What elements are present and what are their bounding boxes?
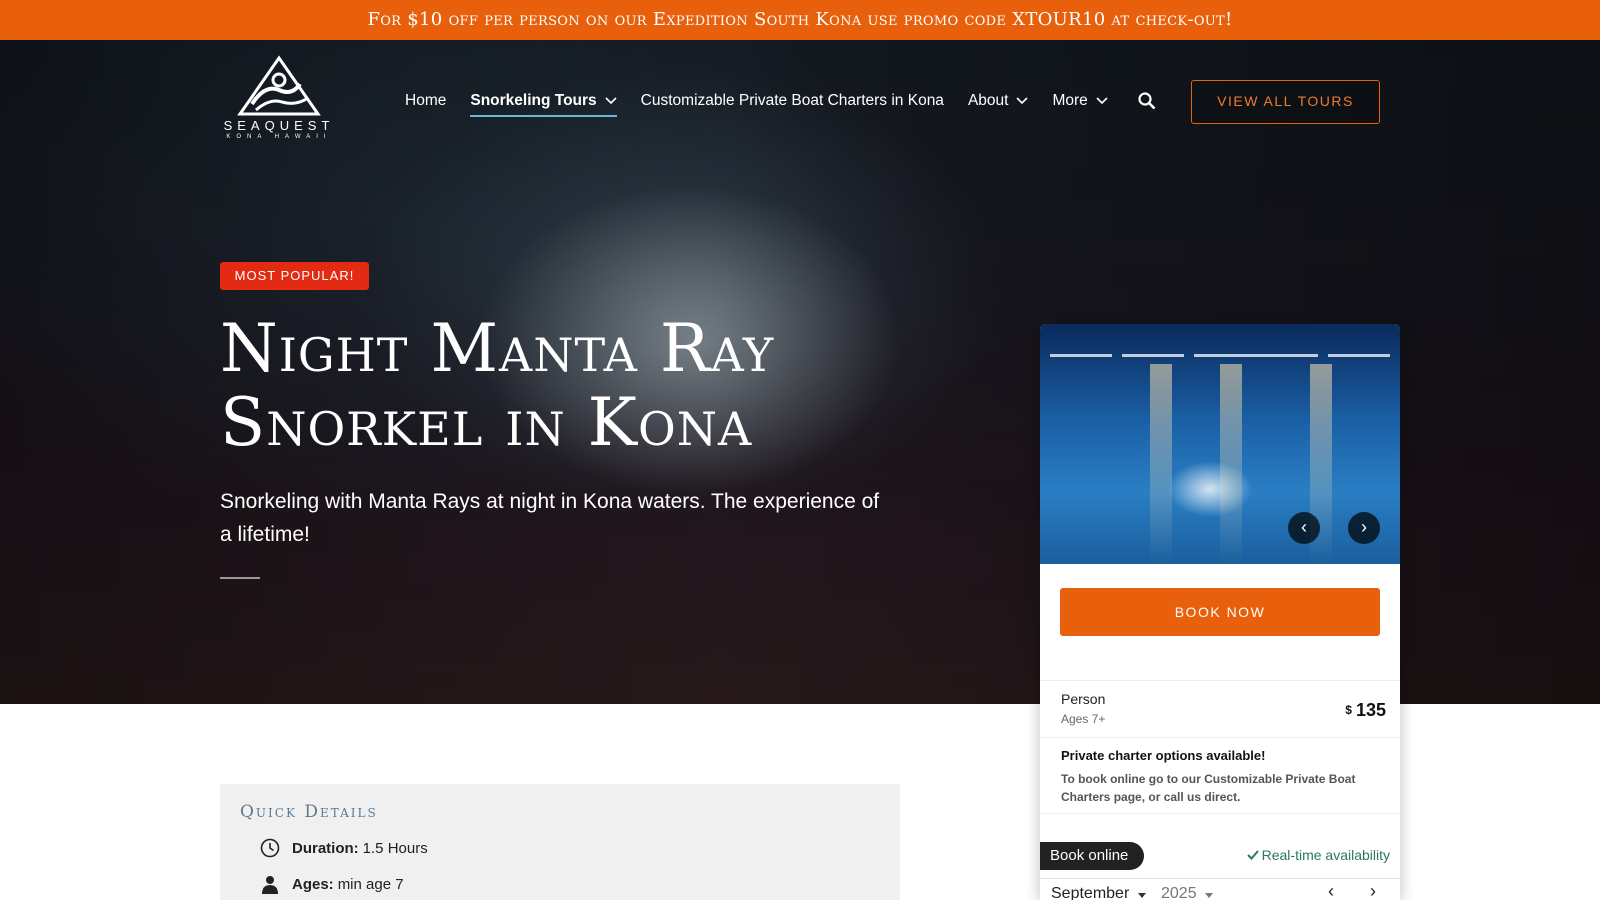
clock-icon (260, 838, 280, 858)
charter-text: To book online go to our Customizable Pr… (1061, 772, 1356, 804)
caret-down-icon (1137, 893, 1146, 898)
most-popular-badge: MOST POPULAR! (220, 262, 369, 290)
ages-row: Ages: min age 7 (260, 874, 404, 894)
light-beam (1150, 364, 1172, 564)
calendar-next-button[interactable]: › (1370, 881, 1376, 900)
booking-widget: ‹ › BOOK NOW Person Ages 7+ $135 Private… (1040, 324, 1400, 900)
book-online-label: Book online (1040, 842, 1145, 870)
year-value: 2025 (1161, 885, 1197, 900)
month-select[interactable]: September (1051, 885, 1146, 900)
price-row: Person Ages 7+ $135 (1040, 680, 1400, 738)
caret-down-icon (1205, 893, 1214, 898)
hero-subtitle: Snorkeling with Manta Rays at night in K… (220, 490, 880, 546)
search-icon[interactable] (1138, 92, 1156, 110)
duration-value: 1.5 Hours (362, 839, 428, 857)
chevron-down-icon (1096, 97, 1108, 105)
tour-image-carousel[interactable]: ‹ › (1040, 324, 1400, 564)
carousel-progress (1050, 354, 1390, 357)
quick-details-panel: Quick Details Duration: 1.5 Hours Ages: … (220, 784, 900, 900)
check-icon (1246, 850, 1259, 860)
price-currency: $ (1345, 703, 1352, 717)
nav-item-about[interactable]: About (968, 92, 1029, 110)
nav-item-private-charters[interactable]: Customizable Private Boat Charters in Ko… (641, 92, 944, 110)
nav-item-more[interactable]: More (1052, 92, 1108, 110)
charter-title: Private charter options available! (1061, 748, 1266, 763)
light-beam (1220, 364, 1242, 564)
title-line-2: Snorkel in Kona (220, 384, 753, 461)
progress-segment (1328, 354, 1390, 357)
nav-item-home[interactable]: Home (405, 92, 446, 110)
logo-mark-icon (237, 55, 321, 116)
month-value: September (1051, 885, 1130, 900)
nav-item-snorkeling-tours[interactable]: Snorkeling Tours (470, 92, 617, 117)
calendar-header: September 2025 ‹ › (1040, 878, 1400, 900)
nav-label: More (1052, 92, 1088, 109)
view-all-tours-button[interactable]: VIEW ALL TOURS (1191, 80, 1380, 124)
nav-label: About (967, 92, 1009, 109)
hero-divider (220, 577, 260, 579)
promo-text: For $10 off per person on our Expedition… (367, 9, 1233, 30)
person-icon (262, 876, 278, 894)
price-label: Person (1061, 691, 1106, 707)
duration-key: Duration: (292, 839, 359, 857)
calendar-prev-button[interactable]: ‹ (1328, 881, 1334, 900)
ages-key: Ages: (292, 875, 334, 893)
duration-row: Duration: 1.5 Hours (260, 838, 428, 858)
logo[interactable]: SEAQUEST KONA HAWAII (220, 54, 338, 144)
promo-banner: For $10 off per person on our Expedition… (0, 0, 1600, 40)
title-line-1: Night Manta Ray (220, 310, 775, 387)
ages-value: min age 7 (337, 875, 404, 893)
carousel-prev-button[interactable]: ‹ (1288, 512, 1320, 544)
realtime-text: Real-time availability (1261, 847, 1390, 863)
price-age-note: Ages 7+ (1061, 712, 1106, 726)
main-nav: Home Snorkeling Tours Customizable Priva… (405, 89, 1132, 117)
progress-segment (1194, 354, 1318, 357)
realtime-availability: Real-time availability (1246, 847, 1390, 863)
charter-notice: Private charter options available! To bo… (1040, 738, 1400, 814)
chevron-down-icon (605, 97, 617, 105)
carousel-next-button[interactable]: › (1348, 512, 1380, 544)
nav-label: Home (405, 92, 447, 109)
quick-details-title: Quick Details (240, 802, 378, 822)
book-now-button[interactable]: BOOK NOW (1060, 588, 1380, 636)
price-value: 135 (1355, 700, 1386, 720)
progress-segment (1122, 354, 1184, 357)
chevron-down-icon (1016, 97, 1029, 105)
logo-name: SEAQUEST (223, 118, 335, 133)
progress-segment (1050, 354, 1112, 357)
price-amount: $135 (1345, 700, 1386, 721)
year-select[interactable]: 2025 (1161, 885, 1214, 900)
nav-label: Snorkeling Tours (470, 92, 597, 109)
nav-label: Customizable Private Boat Charters in Ko… (640, 92, 944, 109)
page-title: Night Manta Ray Snorkel in Kona (220, 312, 980, 460)
logo-subtitle: KONA HAWAII (226, 134, 332, 140)
